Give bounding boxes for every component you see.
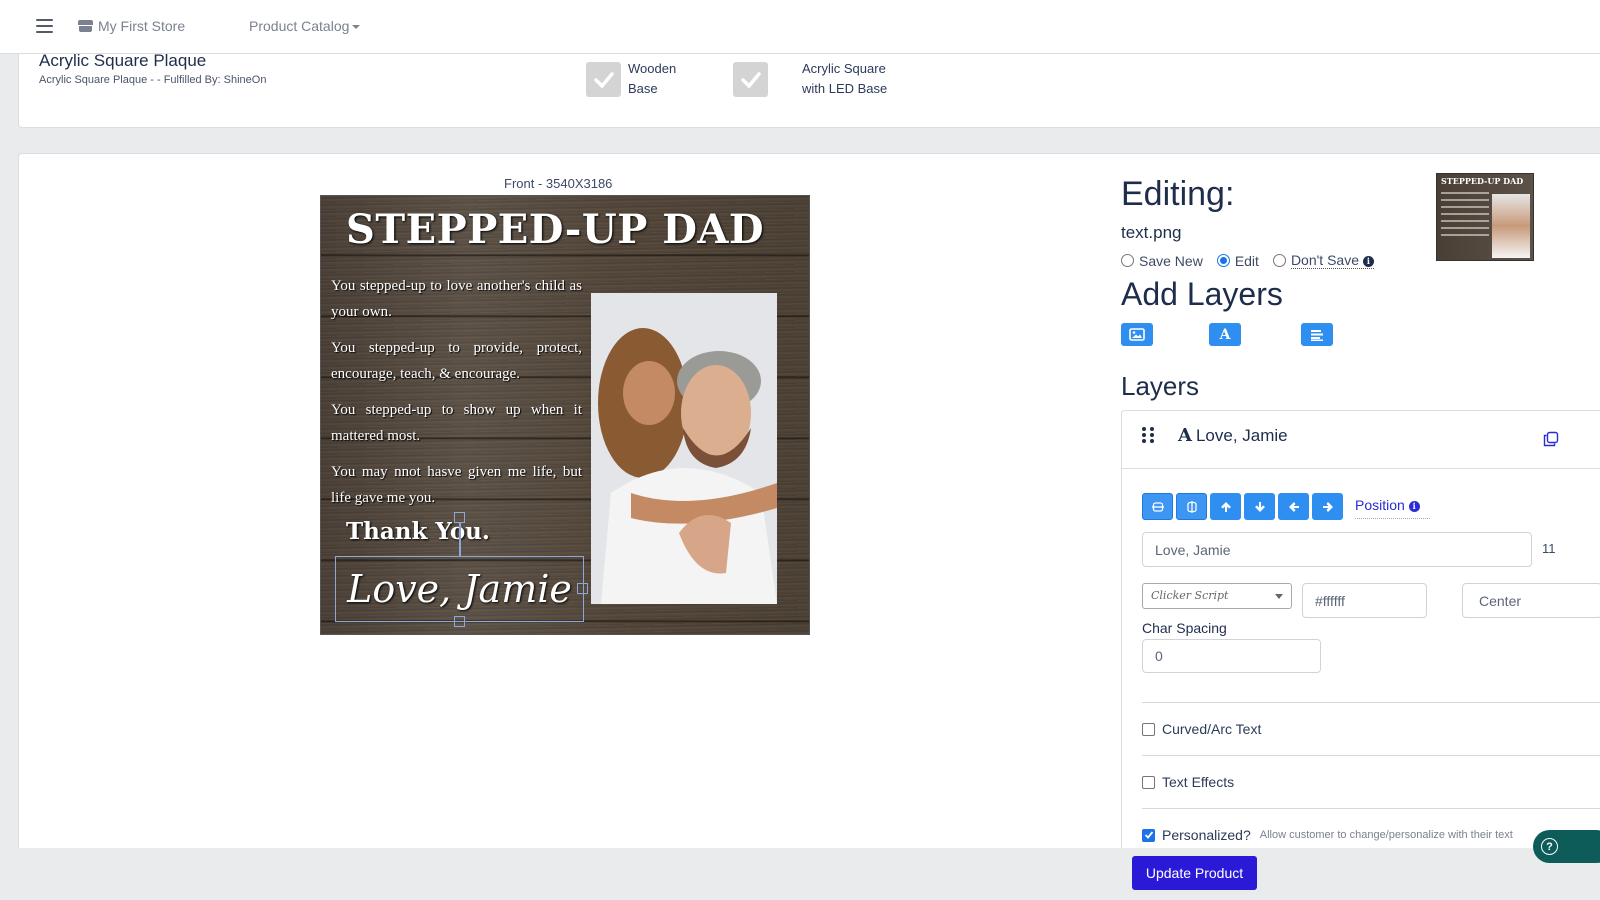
- duplicate-layer-icon[interactable]: [1543, 431, 1559, 447]
- radio-button[interactable]: [1216, 254, 1230, 267]
- hamburger-menu-icon[interactable]: [36, 19, 53, 33]
- personalized-help-text: Allow customer to change/personalize wit…: [1259, 829, 1513, 841]
- help-chat-button[interactable]: ?: [1533, 830, 1600, 863]
- layer-name: A Love, Jamie: [1178, 425, 1288, 446]
- font-icon: A: [1219, 326, 1231, 343]
- catalog-label: Product Catalog: [249, 18, 350, 34]
- variant-led-base[interactable]: Acrylic Square with LED Base: [733, 61, 888, 99]
- rotate-handle-line: [459, 522, 461, 556]
- text-color-input[interactable]: [1302, 583, 1427, 618]
- personalized-checkbox[interactable]: [1142, 828, 1155, 842]
- curved-text-option[interactable]: Curved/Arc Text: [1142, 721, 1261, 737]
- editing-filename: text.png: [1121, 223, 1182, 242]
- text-layer-icon: A: [1178, 425, 1192, 446]
- design-thanks-text[interactable]: Thank You.: [346, 518, 490, 545]
- save-mode-options: Save New Edit Don't Save i: [1121, 252, 1374, 269]
- resize-handle-bottom[interactable]: [454, 616, 465, 627]
- divider: [1142, 808, 1600, 809]
- drag-handle-icon[interactable]: [1142, 427, 1156, 443]
- text-effects-option[interactable]: Text Effects: [1142, 774, 1234, 790]
- product-title: Acrylic Square Plaque: [39, 51, 207, 70]
- move-up-button[interactable]: [1210, 493, 1241, 520]
- thumbnail-title: STEPPED-UP DAD: [1441, 176, 1524, 186]
- layer-text-input[interactable]: [1142, 532, 1532, 567]
- design-body-text[interactable]: You stepped-up to love another's child a…: [331, 273, 582, 521]
- help-icon: ?: [1541, 838, 1558, 855]
- selected-layer-love-jamie[interactable]: Love, Jamie: [335, 556, 584, 622]
- product-catalog-dropdown[interactable]: Product Catalog: [249, 18, 361, 34]
- editor-card: Front - 3540X3186 STEPPED-UP DAD You ste…: [18, 153, 1600, 873]
- char-spacing-label: Char Spacing: [1142, 620, 1227, 636]
- check-icon: [740, 71, 761, 89]
- radio-dont-save[interactable]: Don't Save i: [1272, 252, 1374, 269]
- layer-header[interactable]: A Love, Jamie: [1122, 411, 1600, 469]
- arrow-up-icon: [1220, 501, 1231, 512]
- radio-save-new[interactable]: Save New: [1121, 253, 1203, 269]
- arrow-left-icon: [1288, 501, 1299, 512]
- check-icon: [593, 71, 614, 89]
- variant-checkbox[interactable]: [586, 62, 621, 97]
- rotate-handle[interactable]: [454, 512, 465, 523]
- product-subtitle: Acrylic Square Plaque - - Fulfilled By: …: [39, 74, 267, 86]
- info-icon[interactable]: i: [1408, 500, 1420, 512]
- center-horizontal-button[interactable]: [1176, 493, 1207, 520]
- char-spacing-input[interactable]: [1142, 639, 1321, 673]
- arrow-down-icon: [1254, 501, 1265, 512]
- store-name: My First Store: [98, 18, 186, 34]
- canvas-label: Front - 3540X3186: [504, 176, 613, 191]
- add-text-layer-button[interactable]: A: [1209, 323, 1241, 346]
- store-icon: [78, 20, 93, 32]
- variant-label: Wooden Base: [628, 61, 677, 96]
- align-left-icon: [1311, 329, 1323, 341]
- add-textbox-layer-button[interactable]: [1301, 323, 1333, 346]
- move-down-button[interactable]: [1244, 493, 1275, 520]
- text-align-select[interactable]: [1462, 583, 1600, 618]
- add-image-layer-button[interactable]: [1121, 323, 1153, 346]
- info-icon[interactable]: i: [1362, 255, 1374, 267]
- photo-image: [591, 293, 777, 604]
- editing-heading: Editing:: [1121, 175, 1235, 213]
- layers-heading: Layers: [1121, 371, 1200, 401]
- footer-bar: [0, 848, 1600, 900]
- center-vertical-button[interactable]: [1142, 493, 1173, 520]
- image-icon: [1129, 328, 1145, 341]
- update-product-button[interactable]: Update Product: [1132, 856, 1257, 890]
- position-toolbar: [1142, 493, 1343, 520]
- align-center-horizontal-icon: [1186, 500, 1197, 513]
- align-center-vertical-icon: [1151, 501, 1164, 512]
- move-left-button[interactable]: [1278, 493, 1309, 520]
- thumbnail-photo: [1492, 194, 1530, 258]
- radio-button[interactable]: [1272, 254, 1286, 267]
- design-thumbnail[interactable]: STEPPED-UP DAD: [1436, 173, 1534, 261]
- design-canvas[interactable]: STEPPED-UP DAD You stepped-up to love an…: [320, 195, 810, 635]
- check-icon: [1144, 831, 1153, 839]
- design-title-text[interactable]: STEPPED-UP DAD: [346, 206, 764, 253]
- arrow-right-icon: [1322, 501, 1333, 512]
- curved-text-checkbox[interactable]: [1142, 722, 1155, 736]
- radio-button[interactable]: [1121, 254, 1134, 267]
- add-layers-heading: Add Layers: [1121, 276, 1283, 312]
- position-link[interactable]: Position i: [1355, 497, 1430, 519]
- store-switcher[interactable]: My First Store: [78, 18, 185, 34]
- font-size-value: 11: [1542, 541, 1556, 556]
- radio-edit[interactable]: Edit: [1216, 253, 1259, 269]
- top-navbar: My First Store Product Catalog: [0, 0, 1600, 54]
- variant-label: Acrylic Square with LED Base: [802, 61, 888, 96]
- divider: [1142, 702, 1600, 703]
- variant-checkbox[interactable]: [733, 62, 768, 97]
- variant-wooden-base[interactable]: Wooden Base: [586, 61, 677, 99]
- design-photo[interactable]: [591, 293, 777, 604]
- caret-down-icon: [352, 25, 361, 30]
- text-effects-checkbox[interactable]: [1142, 775, 1155, 789]
- resize-handle-right[interactable]: [577, 583, 588, 594]
- personalized-option[interactable]: Personalized? Allow customer to change/p…: [1142, 827, 1513, 843]
- font-family-select[interactable]: Clicker Script: [1142, 583, 1292, 609]
- layer-panel: A Love, Jamie Position i Love, Jamie 11 …: [1121, 410, 1600, 870]
- divider: [1142, 755, 1600, 756]
- move-right-button[interactable]: [1312, 493, 1343, 520]
